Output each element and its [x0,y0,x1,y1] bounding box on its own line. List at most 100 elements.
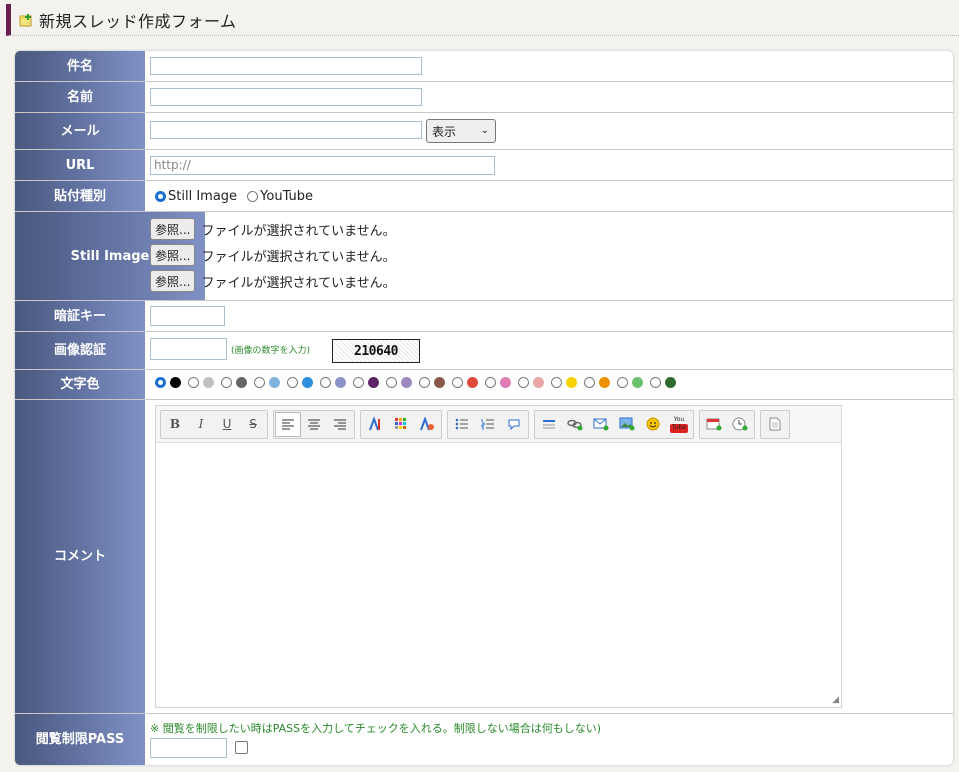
page-title: 新規スレッド作成フォーム [39,11,237,31]
mail-input[interactable] [150,121,422,139]
color-option[interactable] [320,377,346,388]
color-swatch [302,377,313,388]
toolbar-group-align [273,409,355,439]
insert-link-button[interactable] [562,412,588,437]
file-picker-3: 参照... ファイルが選択されていません。 [150,270,396,292]
color-radio[interactable] [551,377,562,388]
view-source-button[interactable] [762,412,788,437]
color-radio[interactable] [320,377,331,388]
text-color-options [155,377,683,388]
color-radio[interactable] [452,377,463,388]
color-radio[interactable] [386,377,397,388]
color-radio[interactable] [584,377,595,388]
view-pass-input[interactable] [150,738,227,758]
row-subject: 件名 [15,51,953,82]
comment-textarea[interactable] [156,443,841,707]
color-radio[interactable] [485,377,496,388]
browse-button-3[interactable]: 参照... [150,270,196,292]
color-option[interactable] [485,377,511,388]
color-option[interactable] [155,377,181,388]
label-name: 名前 [15,82,145,112]
toolbar-group-insert: You Tube [534,409,694,439]
row-pin-key: 暗証キー [15,301,953,332]
align-center-icon [308,419,320,430]
color-palette-button[interactable] [388,412,414,437]
color-swatch [599,377,610,388]
color-radio[interactable] [650,377,661,388]
strike-button[interactable]: S [240,412,266,437]
font-size-button[interactable] [362,412,388,437]
color-radio[interactable] [617,377,628,388]
row-view-pass: 閲覧制限PASS ※ 閲覧を制限したい時はPASSを入力してチェックを入れる。制… [15,714,953,765]
bullet-list-button[interactable] [449,412,475,437]
row-captcha: 画像認証 (画像の数字を入力) 210640 [15,332,953,370]
file-status-2: ファイルが選択されていません。 [201,249,396,265]
color-option[interactable] [287,377,313,388]
file-picker-2: 参照... ファイルが選択されていません。 [150,244,396,266]
color-radio[interactable] [287,377,298,388]
underline-glyph: U [222,417,232,431]
color-option[interactable] [386,377,412,388]
insert-youtube-button[interactable]: You Tube [666,412,692,437]
radio-youtube[interactable] [247,191,259,202]
bold-glyph: B [169,417,181,431]
color-option[interactable] [188,377,214,388]
insert-emoticon-button[interactable] [640,412,666,437]
color-radio[interactable] [419,377,430,388]
color-radio[interactable] [254,377,265,388]
strike-glyph: S [249,417,257,431]
color-option[interactable] [518,377,544,388]
row-text-color: 文字色 [15,370,953,400]
color-option[interactable] [551,377,577,388]
toolbar-group-source [760,409,790,439]
insert-time-button[interactable] [727,412,753,437]
page-header: 新規スレッド作成フォーム [6,4,959,36]
row-paste-type: 貼付種別 Still Image YouTube [15,181,953,212]
radio-still-image[interactable] [155,191,166,202]
resize-handle-icon[interactable]: ◢ [832,695,839,705]
horizontal-rule-button[interactable] [536,412,562,437]
quote-button[interactable] [501,412,527,437]
captcha-input[interactable] [150,338,227,360]
color-radio[interactable] [155,377,166,388]
mail-display-select[interactable]: 表示 ⌄ [426,119,496,143]
color-radio[interactable] [188,377,199,388]
label-text-color: 文字色 [15,370,145,399]
insert-email-button[interactable] [588,412,614,437]
number-list-button[interactable] [475,412,501,437]
italic-button[interactable]: I [188,412,214,437]
bold-button[interactable]: B [162,412,188,437]
clear-format-icon [420,417,434,431]
captcha-image: 210640 [332,339,420,363]
insert-image-button[interactable] [614,412,640,437]
color-option[interactable] [617,377,643,388]
insert-date-button[interactable] [701,412,727,437]
link-icon [567,419,583,431]
align-right-button[interactable] [327,412,353,437]
color-swatch [434,377,445,388]
browse-button-1[interactable]: 参照... [150,218,196,240]
color-option[interactable] [353,377,379,388]
subject-input[interactable] [150,57,422,75]
color-swatch [170,377,181,388]
align-center-button[interactable] [301,412,327,437]
color-option[interactable] [584,377,610,388]
name-input[interactable] [150,88,422,106]
color-option[interactable] [221,377,247,388]
align-left-button[interactable] [275,411,301,437]
color-option[interactable] [650,377,676,388]
color-radio[interactable] [518,377,529,388]
pin-key-input[interactable] [150,306,225,326]
url-input[interactable]: http:// [150,156,495,175]
color-radio[interactable] [221,377,232,388]
smiley-icon [646,417,660,431]
color-option[interactable] [419,377,445,388]
browse-button-2[interactable]: 参照... [150,244,196,266]
color-option[interactable] [254,377,280,388]
calendar-icon [706,418,722,431]
color-radio[interactable] [353,377,364,388]
underline-button[interactable]: U [214,412,240,437]
clear-format-button[interactable] [414,412,440,437]
view-pass-checkbox[interactable] [235,741,248,754]
color-option[interactable] [452,377,478,388]
